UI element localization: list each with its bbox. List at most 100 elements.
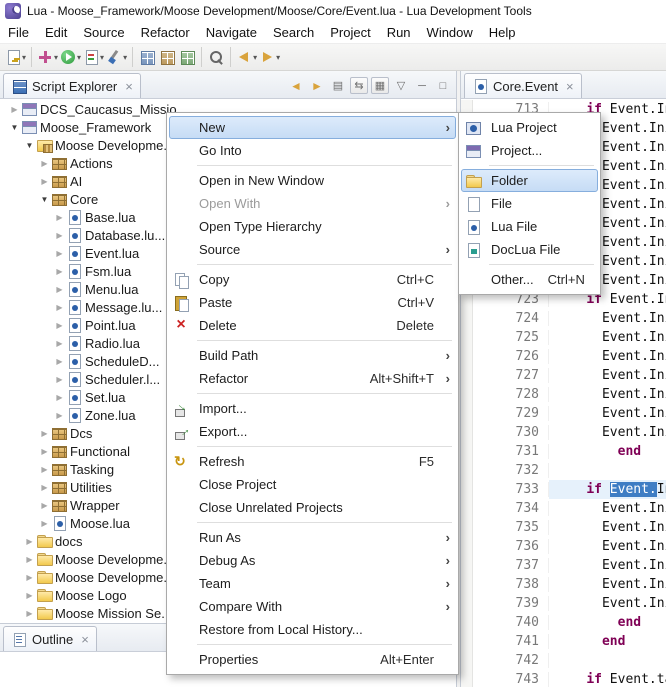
menu-edit[interactable]: Edit [37, 23, 75, 42]
menu-file[interactable]: File [0, 23, 37, 42]
dropdown-arrow-icon[interactable]: ▾ [22, 53, 26, 62]
dropdown-arrow-icon[interactable]: ▾ [77, 53, 81, 62]
coverage-button[interactable]: ▾ [82, 46, 105, 68]
code-line-725[interactable]: 725 Event.IniDCSUnitName = Event.IniDCSU… [474, 328, 666, 347]
collapsed-arrow-icon[interactable]: ▶ [8, 105, 21, 114]
new-wizard-button[interactable]: ▾ [4, 46, 27, 68]
collapsed-arrow-icon[interactable]: ▶ [38, 429, 51, 438]
menu-search[interactable]: Search [265, 23, 322, 42]
collapsed-arrow-icon[interactable]: ▶ [38, 519, 51, 528]
code-line-734[interactable]: 734 Event.IniDCSUnit = Event.initiator [474, 499, 666, 518]
code-line-740[interactable]: 740 end [474, 613, 666, 632]
context-menu-go-into[interactable]: Go Into [169, 139, 456, 162]
menu-window[interactable]: Window [419, 23, 481, 42]
dropdown-arrow-icon[interactable]: ▾ [276, 53, 280, 62]
collapsed-arrow-icon[interactable]: ▶ [53, 249, 66, 258]
code-line-743[interactable]: 743 if Event.target then [474, 670, 666, 687]
focus-icon[interactable]: ▦ [371, 77, 389, 94]
dropdown-arrow-icon[interactable]: ▾ [100, 53, 104, 62]
context-menu-export[interactable]: Export... [169, 420, 456, 443]
collapsed-arrow-icon[interactable]: ▶ [38, 177, 51, 186]
code-line-728[interactable]: 728 Event.IniCoalition = Event.IniDCSUni… [474, 385, 666, 404]
tab-core-event[interactable]: Core.Event × [464, 73, 582, 98]
code-line-741[interactable]: 741 end [474, 632, 666, 651]
context-menu-build-path[interactable]: Build Path› [169, 344, 456, 367]
code-line-738[interactable]: 738 Event.IniCategory = Event.IniDCSUnit… [474, 575, 666, 594]
close-icon[interactable]: × [566, 80, 574, 93]
new-submenu-lua-file[interactable]: Lua File [461, 215, 598, 238]
tab-outline[interactable]: Outline × [3, 626, 97, 651]
code-line-739[interactable]: 739 Event.IniTypeName = Event.IniDCSUnit… [474, 594, 666, 613]
code-line-731[interactable]: 731 end [474, 442, 666, 461]
context-menu-refresh[interactable]: RefreshF5 [169, 450, 456, 473]
collapsed-arrow-icon[interactable]: ▶ [38, 465, 51, 474]
tab-script-explorer[interactable]: Script Explorer × [3, 73, 141, 98]
collapsed-arrow-icon[interactable]: ▶ [23, 609, 36, 618]
context-menu-close-unrelated-projects[interactable]: Close Unrelated Projects [169, 496, 456, 519]
close-icon[interactable]: × [81, 633, 89, 646]
collapse-all-icon[interactable]: ▤ [329, 77, 347, 94]
collapsed-arrow-icon[interactable]: ▶ [23, 555, 36, 564]
collapsed-arrow-icon[interactable]: ▶ [38, 159, 51, 168]
collapsed-arrow-icon[interactable]: ▶ [53, 357, 66, 366]
menu-source[interactable]: Source [75, 23, 132, 42]
external-tools-button[interactable]: ▾ [36, 46, 59, 68]
expanded-arrow-icon[interactable]: ▼ [23, 141, 36, 150]
menu-refactor[interactable]: Refactor [133, 23, 198, 42]
close-icon[interactable]: × [125, 80, 133, 93]
new-submenu-project[interactable]: Project... [461, 139, 598, 162]
code-line-729[interactable]: 729 Event.IniCategory = Event.IniDCSUnit… [474, 404, 666, 423]
menu-navigate[interactable]: Navigate [198, 23, 265, 42]
collapsed-arrow-icon[interactable]: ▶ [53, 303, 66, 312]
new-lua-file-button[interactable] [157, 46, 177, 68]
context-menu-team[interactable]: Team› [169, 572, 456, 595]
collapsed-arrow-icon[interactable]: ▶ [53, 393, 66, 402]
code-line-724[interactable]: 724 Event.IniDCSUnit = Event.initiator [474, 309, 666, 328]
code-line-742[interactable]: 742 [474, 651, 666, 670]
new-submenu-folder[interactable]: Folder [461, 169, 598, 192]
collapsed-arrow-icon[interactable]: ▶ [23, 591, 36, 600]
collapsed-arrow-icon[interactable]: ▶ [53, 375, 66, 384]
code-line-730[interactable]: 730 Event.IniTypeName = Event.IniDCSUnit… [474, 423, 666, 442]
context-menu-new[interactable]: New› [169, 116, 456, 139]
code-line-732[interactable]: 732 [474, 461, 666, 480]
context-menu-open-with[interactable]: Open With› [169, 192, 456, 215]
collapsed-arrow-icon[interactable]: ▶ [38, 483, 51, 492]
context-menu-debug-as[interactable]: Debug As› [169, 549, 456, 572]
code-line-733[interactable]: 733 if Event.IniObjectCategory == Object… [474, 480, 666, 499]
menu-run[interactable]: Run [379, 23, 419, 42]
link-with-editor-icon[interactable]: ⇆ [350, 77, 368, 94]
open-element-button[interactable] [177, 46, 197, 68]
dropdown-arrow-icon[interactable]: ▾ [253, 53, 257, 62]
new-submenu-other[interactable]: Other...Ctrl+N [461, 268, 598, 291]
expanded-arrow-icon[interactable]: ▼ [38, 195, 51, 204]
collapsed-arrow-icon[interactable]: ▶ [53, 411, 66, 420]
new-submenu-doclua-file[interactable]: DocLua File [461, 238, 598, 261]
code-line-736[interactable]: 736 Event.IniUnitName = Event.IniDCSUnit… [474, 537, 666, 556]
profile-button[interactable]: ▾ [105, 46, 128, 68]
forward-icon[interactable]: ► [308, 77, 326, 94]
context-menu-run-as[interactable]: Run As› [169, 526, 456, 549]
forward-button[interactable]: ▾ [258, 46, 281, 68]
new-submenu-file[interactable]: File [461, 192, 598, 215]
collapsed-arrow-icon[interactable]: ▶ [53, 321, 66, 330]
collapsed-arrow-icon[interactable]: ▶ [23, 573, 36, 582]
new-lua-module-button[interactable] [137, 46, 157, 68]
back-button[interactable]: ▾ [235, 46, 258, 68]
dropdown-arrow-icon[interactable]: ▾ [123, 53, 127, 62]
context-menu-close-project[interactable]: Close Project [169, 473, 456, 496]
collapsed-arrow-icon[interactable]: ▶ [53, 267, 66, 276]
context-menu-paste[interactable]: PasteCtrl+V [169, 291, 456, 314]
search-button[interactable] [206, 46, 226, 68]
context-menu-open-in-new-window[interactable]: Open in New Window [169, 169, 456, 192]
collapsed-arrow-icon[interactable]: ▶ [38, 501, 51, 510]
context-menu-import[interactable]: Import... [169, 397, 456, 420]
code-line-727[interactable]: 727 Event.IniUnit = STATIC:FindByName( E… [474, 366, 666, 385]
context-menu-source[interactable]: Source› [169, 238, 456, 261]
minimize-icon[interactable]: ─ [413, 77, 431, 94]
context-menu-open-type-hierarchy[interactable]: Open Type Hierarchy [169, 215, 456, 238]
new-submenu-lua-project[interactable]: Lua Project [461, 116, 598, 139]
collapsed-arrow-icon[interactable]: ▶ [53, 231, 66, 240]
collapsed-arrow-icon[interactable]: ▶ [53, 285, 66, 294]
context-menu-refactor[interactable]: RefactorAlt+Shift+T› [169, 367, 456, 390]
